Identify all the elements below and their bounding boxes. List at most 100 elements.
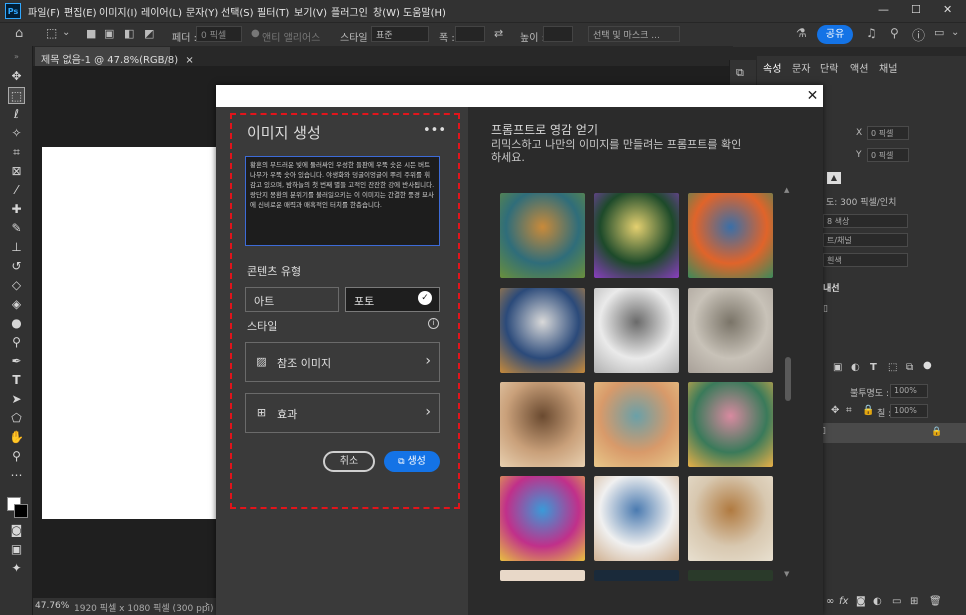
y-input[interactable]: 0 픽셀 (867, 148, 909, 162)
magic-wand-icon[interactable]: ✧ (8, 125, 25, 142)
share-button[interactable]: 공유 (817, 25, 853, 44)
workspace-icon[interactable]: ▭ (934, 26, 944, 39)
tab-paragraph[interactable]: 단락 (820, 60, 838, 75)
shape-tool-icon[interactable]: ⬠ (8, 410, 25, 427)
scroll-down-icon[interactable]: ▼ (784, 570, 789, 578)
pixel-filter-icon[interactable]: ▣ (833, 362, 842, 373)
path-selection-icon[interactable]: ➤ (8, 391, 25, 408)
inspiration-thumbnail-partial[interactable] (594, 570, 679, 581)
lock-all-icon[interactable]: 🔒 (862, 405, 874, 416)
move-tool-icon[interactable]: ✥ (8, 68, 25, 85)
inspiration-thumbnail-colorful-portrait[interactable] (500, 476, 585, 561)
inspiration-thumbnail-retro-trailer[interactable] (594, 382, 679, 467)
menu-select[interactable]: 선택(S) (221, 4, 254, 19)
inspiration-thumbnail-enchanted-forest[interactable] (594, 193, 679, 278)
generative-icon[interactable]: ✦ (8, 560, 25, 577)
tab-actions[interactable]: 액션 (850, 60, 868, 75)
brush-tool-icon[interactable]: ✎ (8, 220, 25, 237)
antialias-checkbox[interactable]: ● (251, 28, 260, 39)
inspiration-thumbnail-smiling-woman[interactable] (500, 382, 585, 467)
collapse-icon[interactable]: » (8, 48, 25, 65)
prompt-textarea[interactable]: 황혼의 부드러운 빛에 둘러싸인 우성한 들판에 우뚝 솟은 시든 버트나무가 … (245, 156, 440, 246)
chevron-down-icon[interactable]: ⌄ (62, 27, 70, 38)
document-tab-close-icon[interactable]: × (185, 55, 193, 66)
scroll-up-icon[interactable]: ▲ (784, 186, 789, 194)
hand-tool-icon[interactable]: ✋ (8, 429, 25, 446)
menu-type[interactable]: 문자(Y) (186, 4, 218, 19)
type-filter-icon[interactable]: T (870, 362, 877, 373)
tab-channels[interactable]: 채널 (879, 60, 897, 75)
menu-layer[interactable]: 레이어(L) (141, 4, 182, 19)
marquee-tool-icon[interactable]: ⬚ (46, 26, 57, 40)
lock-position-icon[interactable]: ✥ (831, 405, 839, 416)
style-select[interactable]: 표준 (371, 26, 429, 42)
search-icon[interactable]: ⚲ (890, 26, 899, 40)
minimize-button[interactable]: — (878, 3, 889, 16)
home-icon[interactable]: ⌂ (15, 26, 23, 41)
delete-layer-icon[interactable]: 🗑 (929, 596, 942, 607)
swap-icon[interactable]: ⇄ (494, 27, 503, 40)
add-mask-icon[interactable]: ◙ (856, 596, 866, 607)
info-icon[interactable]: i (428, 318, 439, 329)
inspiration-thumbnail-partial[interactable] (688, 570, 773, 581)
smart-object-filter-icon[interactable]: ⧉ (906, 362, 913, 373)
intersect-selection-icon[interactable]: ◩ (144, 27, 154, 40)
lasso-tool-icon[interactable]: ℓ (8, 106, 25, 123)
new-layer-icon[interactable]: ⊞ (910, 596, 918, 607)
menu-image[interactable]: 이미지(I) (99, 4, 137, 19)
background-color-swatch[interactable] (14, 504, 28, 518)
screen-mode-icon[interactable]: ▣ (8, 541, 25, 558)
inspiration-thumbnail-partial[interactable] (500, 570, 585, 581)
menu-view[interactable]: 보기(V) (294, 4, 327, 19)
cancel-button[interactable]: 취소 (323, 451, 375, 472)
workspace-chevron-icon[interactable]: ⌄ (951, 27, 959, 38)
pen-tool-icon[interactable]: ✒ (8, 353, 25, 370)
more-tools-icon[interactable]: ⋯ (8, 467, 25, 484)
mode-select[interactable]: 8 색상 (823, 214, 908, 228)
feather-input[interactable]: 0 픽셀 (196, 26, 242, 42)
zoom-level[interactable]: 47.76% (35, 601, 69, 611)
menu-file[interactable]: 파일(F) (28, 4, 60, 19)
inspiration-thumbnail-winter-cottage[interactable] (500, 288, 585, 373)
dialog-close-icon[interactable]: ✕ (802, 85, 823, 107)
add-selection-icon[interactable]: ▣ (104, 27, 114, 40)
paint-bucket-icon[interactable]: ◈ (8, 296, 25, 313)
width-input[interactable] (455, 26, 485, 42)
adjustment-filter-icon[interactable]: ◐ (851, 362, 860, 373)
history-brush-icon[interactable]: ↺ (8, 258, 25, 275)
more-options-icon[interactable]: ••• (423, 123, 446, 138)
menu-window[interactable]: 창(W) (373, 4, 400, 19)
menu-filter[interactable]: 필터(T) (257, 4, 289, 19)
status-arrow-icon[interactable]: › (205, 600, 209, 610)
dodge-tool-icon[interactable]: ⚲ (8, 334, 25, 351)
opacity-input[interactable]: 100% (890, 384, 928, 398)
eraser-icon[interactable]: ◇ (8, 277, 25, 294)
shape-filter-icon[interactable]: ⬚ (888, 362, 897, 373)
filter-toggle-icon[interactable]: ● (923, 360, 932, 371)
inspiration-thumbnail-dinosaur[interactable] (500, 193, 585, 278)
document-tab[interactable]: 제목 없음-1 @ 47.8%(RGB/8) × (35, 47, 194, 66)
bit-depth-select[interactable]: 트/채널 (823, 233, 908, 247)
healing-brush-icon[interactable]: ✚ (8, 201, 25, 218)
help-icon[interactable]: ⓘ (912, 25, 925, 44)
quick-mask-icon[interactable]: ◙ (8, 522, 25, 539)
bell-icon[interactable]: ♫ (866, 26, 877, 40)
menu-help[interactable]: 도움말(H) (403, 4, 446, 19)
menu-plugins[interactable]: 플러그인 (331, 4, 368, 19)
new-selection-icon[interactable]: ■ (86, 27, 96, 40)
fx-icon[interactable]: fx (839, 596, 848, 607)
stamp-tool-icon[interactable]: ⊥ (8, 239, 25, 256)
zoom-tool-icon[interactable]: ⚲ (8, 448, 25, 465)
type-tool-icon[interactable]: T (8, 372, 25, 389)
maximize-button[interactable]: ☐ (911, 3, 921, 16)
image-icon[interactable]: ▲ (827, 172, 841, 184)
frame-tool-icon[interactable]: ⊠ (8, 163, 25, 180)
adjustment-layer-icon[interactable]: ◐ (873, 596, 882, 607)
eyedropper-icon[interactable]: ⁄ (8, 182, 25, 199)
history-icon[interactable]: ⧉ (736, 66, 744, 80)
effects-button[interactable]: ⊞ 효과 › (245, 393, 440, 433)
guides-toggle-icon[interactable]: ▯ (823, 304, 828, 314)
crop-tool-icon[interactable]: ⌗ (8, 144, 25, 161)
blur-tool-icon[interactable]: ● (8, 315, 25, 332)
inspiration-thumbnail-dragon-sunset[interactable] (688, 193, 773, 278)
